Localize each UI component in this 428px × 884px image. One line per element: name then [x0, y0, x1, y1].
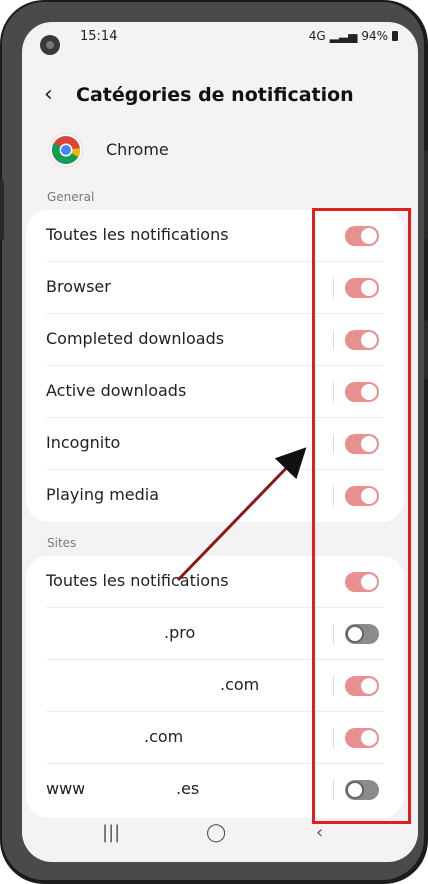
annotation-arrow	[176, 447, 307, 582]
highlight-box	[312, 208, 411, 824]
